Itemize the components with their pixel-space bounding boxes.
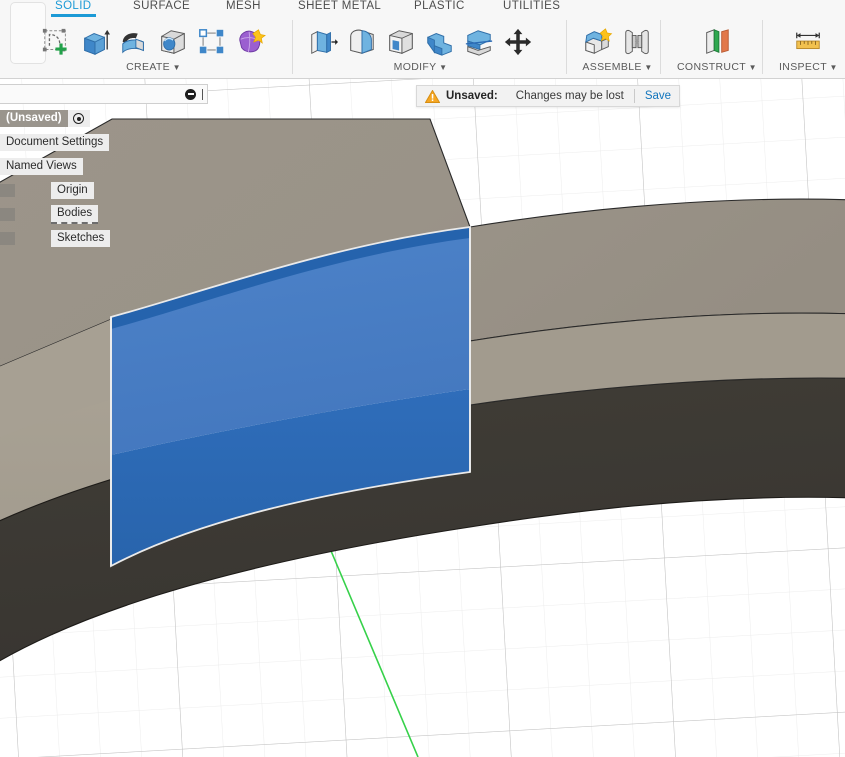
ribbon-panel-row[interactable]: CREATE ▼MODIFY ▼ASSEMBLE ▼CONSTRUCT ▼INS… — [0, 18, 845, 78]
group-label-text: INSPECT — [779, 61, 827, 73]
create-sketch-button[interactable] — [38, 22, 74, 62]
ribbon-tab-strip[interactable]: SOLID SURFACE MESH SHEET METAL PLASTIC UTILIT… — [0, 0, 845, 18]
tree-item-sketches[interactable]: Sketches — [0, 230, 220, 247]
pattern-icon — [197, 27, 227, 57]
ribbon-group-label-construct[interactable]: CONSTRUCT ▼ — [677, 61, 757, 73]
ribbon-tab-utilities[interactable]: UTILITIES — [503, 0, 560, 15]
ribbon-tab-plastic[interactable]: PLASTIC — [414, 0, 465, 15]
move-copy-icon — [504, 28, 532, 56]
create-form-button[interactable] — [233, 22, 269, 62]
tree-expander-icon[interactable] — [0, 232, 15, 245]
chevron-down-icon[interactable]: ▼ — [437, 63, 448, 72]
ribbon-tab-mesh[interactable]: MESH — [226, 0, 261, 15]
chevron-down-icon[interactable]: ▼ — [827, 63, 838, 72]
ribbon-separator — [566, 20, 567, 74]
tree-item-label: Bodies — [51, 205, 98, 224]
joint-icon — [622, 27, 652, 57]
press-pull-icon — [308, 27, 338, 57]
chevron-down-icon[interactable]: ▼ — [170, 63, 181, 72]
group-label-text: ASSEMBLE — [582, 61, 641, 73]
save-link[interactable]: Save — [645, 90, 671, 102]
pattern-button[interactable] — [194, 22, 230, 62]
new-component-icon — [583, 27, 613, 57]
radio-target-icon — [73, 113, 84, 124]
ribbon-group-label-inspect[interactable]: INSPECT ▼ — [779, 61, 838, 73]
tree-item-label: (Unsaved) — [0, 110, 68, 127]
ribbon-group-inspect: INSPECT ▼ — [779, 18, 838, 78]
ribbon-group-construct: CONSTRUCT ▼ — [677, 18, 757, 78]
press-pull-button[interactable] — [305, 22, 341, 62]
browser-title-bar[interactable] — [0, 84, 208, 104]
tree-expander-icon[interactable] — [0, 208, 15, 221]
ribbon-tab-surface[interactable]: SURFACE — [133, 0, 190, 15]
ribbon-group-assemble: ASSEMBLE ▼ — [580, 18, 655, 78]
tree-expander-icon[interactable] — [0, 184, 15, 197]
hole-icon — [158, 27, 188, 57]
offset-plane-button[interactable] — [699, 22, 735, 62]
fillet-icon — [347, 27, 377, 57]
chevron-down-icon[interactable]: ▼ — [642, 63, 653, 72]
tree-item-bodies[interactable]: Bodies — [0, 206, 220, 223]
combine-icon — [425, 27, 455, 57]
ribbon-separator — [292, 20, 293, 74]
group-label-text: CONSTRUCT — [677, 61, 746, 73]
measure-icon — [793, 27, 823, 57]
activate-component-radio[interactable] — [68, 110, 90, 127]
warning-label: Unsaved: — [446, 90, 498, 102]
tree-item-label: Named Views — [0, 158, 83, 175]
tree-item-named-views[interactable]: Named Views — [0, 158, 220, 175]
fillet-button[interactable] — [344, 22, 380, 62]
revolve-icon — [119, 27, 149, 57]
tree-item-unsaved[interactable]: (Unsaved) — [0, 110, 220, 127]
combine-button[interactable] — [422, 22, 458, 62]
ribbon-toolbar[interactable]: SOLID SURFACE MESH SHEET METAL PLASTIC UTILIT… — [0, 0, 845, 79]
tree-item-label: Origin — [51, 182, 94, 199]
joint-button[interactable] — [619, 22, 655, 62]
ribbon-group-label-create[interactable]: CREATE ▼ — [126, 61, 181, 73]
ribbon-separator — [660, 20, 661, 74]
unsaved-warning-bar[interactable]: Unsaved: Changes may be lost Save — [416, 85, 680, 107]
extrude-icon — [80, 27, 110, 57]
warning-triangle-icon — [425, 90, 440, 103]
ribbon-group-label-modify[interactable]: MODIFY ▼ — [394, 61, 448, 73]
chevron-down-icon[interactable]: ▼ — [746, 63, 757, 72]
fusion-window: (Unsaved) Document Settings Named Views Ori… — [0, 0, 845, 757]
shell-icon — [386, 27, 416, 57]
ribbon-group-modify: MODIFY ▼ — [305, 18, 536, 78]
ribbon-group-create: CREATE ▼ — [38, 18, 269, 78]
tree-item-label: Document Settings — [0, 134, 109, 151]
browser-tree[interactable]: (Unsaved) Document Settings Named Views Ori… — [0, 110, 220, 254]
create-sketch-icon — [41, 27, 71, 57]
offset-plane-icon — [702, 27, 732, 57]
split-body-icon — [464, 27, 494, 57]
tree-item-label: Sketches — [51, 230, 110, 247]
measure-button[interactable] — [790, 22, 826, 62]
group-label-text: CREATE — [126, 61, 170, 73]
tree-item-origin[interactable]: Origin — [0, 182, 220, 199]
collapse-minus-icon[interactable] — [185, 89, 196, 100]
ribbon-group-label-assemble[interactable]: ASSEMBLE ▼ — [582, 61, 652, 73]
create-form-icon — [236, 27, 266, 57]
revolve-button[interactable] — [116, 22, 152, 62]
new-component-button[interactable] — [580, 22, 616, 62]
warning-divider — [634, 89, 635, 103]
ribbon-tab-sheet-metal[interactable]: SHEET METAL — [298, 0, 381, 15]
text-cursor-icon — [202, 89, 203, 100]
group-label-text: MODIFY — [394, 61, 437, 73]
warning-message: Changes may be lost — [516, 90, 624, 102]
tree-item-document-settings[interactable]: Document Settings — [0, 134, 220, 151]
ribbon-separator — [762, 20, 763, 74]
hole-button[interactable] — [155, 22, 191, 62]
shell-button[interactable] — [383, 22, 419, 62]
ribbon-tab-solid[interactable]: SOLID — [55, 0, 92, 15]
extrude-button[interactable] — [77, 22, 113, 62]
split-body-button[interactable] — [461, 22, 497, 62]
move-copy-button[interactable] — [500, 22, 536, 62]
